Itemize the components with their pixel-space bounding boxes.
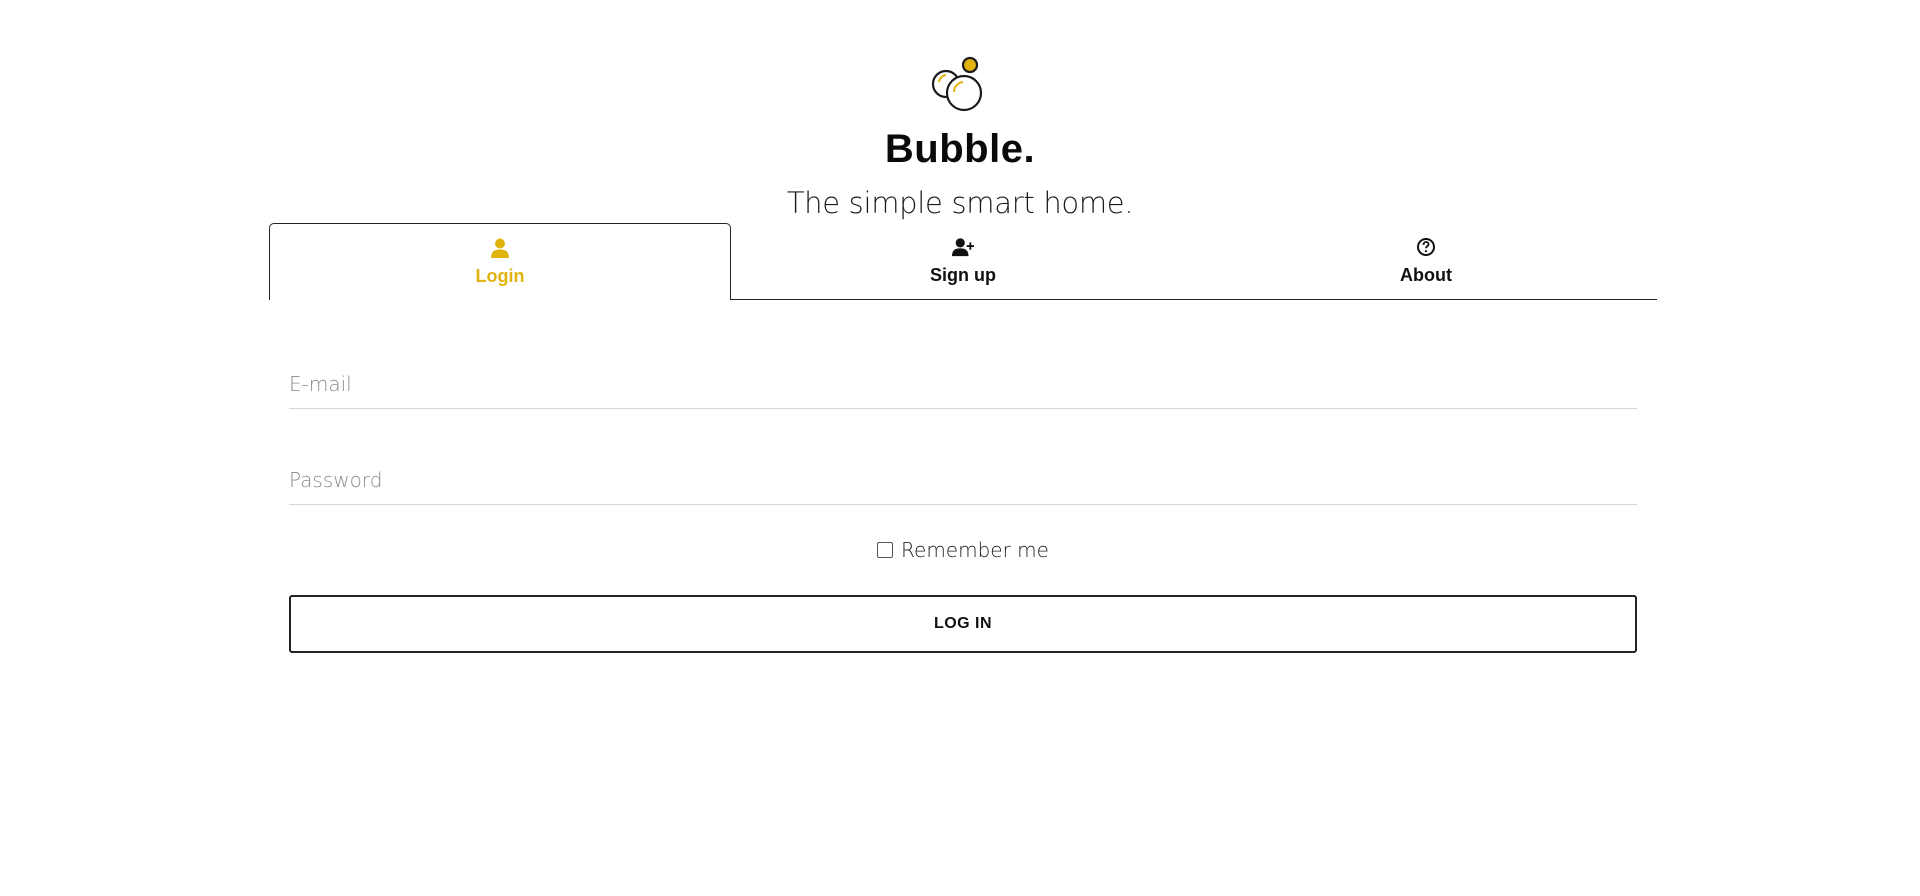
tab-login-label: Login: [475, 266, 525, 286]
email-field[interactable]: [289, 360, 1637, 408]
login-form: Remember me LOG IN: [289, 350, 1637, 653]
tab-about-label: About: [1400, 265, 1452, 285]
tab-signup[interactable]: Sign up: [732, 223, 1194, 299]
email-field-wrapper: [289, 360, 1637, 409]
tab-login[interactable]: Login: [269, 223, 731, 300]
bubbles-logo-icon: [931, 56, 983, 112]
user-plus-icon: [952, 238, 974, 257]
user-icon: [491, 238, 509, 258]
brand-title: Bubble.: [884, 127, 1036, 171]
header: Bubble. The simple smart home.: [0, 56, 1920, 220]
login-page: Bubble. The simple smart home. Login Sig…: [0, 0, 1920, 896]
remember-me: Remember me: [289, 538, 1637, 562]
password-field-wrapper: [289, 456, 1637, 505]
remember-me-checkbox[interactable]: [877, 542, 894, 558]
tab-bar-divider: [730, 299, 1657, 300]
login-button[interactable]: LOG IN: [289, 595, 1637, 653]
tab-signup-label: Sign up: [930, 265, 996, 285]
remember-me-label[interactable]: Remember me: [901, 538, 1049, 562]
password-field[interactable]: [289, 456, 1637, 504]
tab-about[interactable]: About: [1195, 223, 1657, 299]
tagline: The simple smart home.: [786, 186, 1134, 220]
tab-bar: Login Sign up About: [269, 223, 1657, 300]
question-circle-icon: [1417, 238, 1435, 256]
